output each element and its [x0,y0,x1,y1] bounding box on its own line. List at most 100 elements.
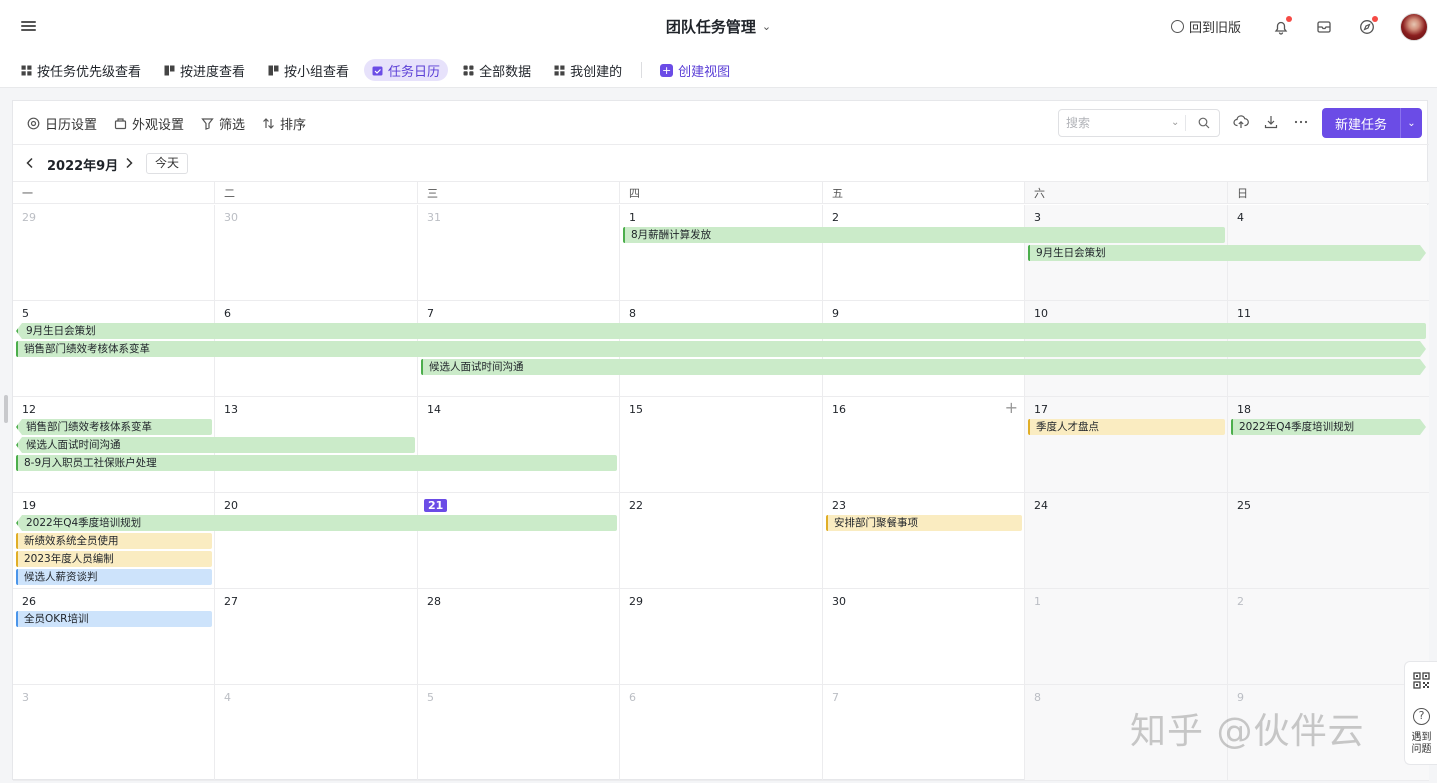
calendar-settings-button[interactable]: 日历设置 [27,114,97,133]
day-cell[interactable]: 30 [215,205,418,301]
compass-icon[interactable] [1357,15,1378,37]
event-bar[interactable]: 安排部门聚餐事项 [826,515,1022,531]
app-title[interactable]: 团队任务管理 [666,16,756,37]
help-label[interactable]: 遇到 问题 [1405,732,1437,756]
day-cell[interactable]: 30 [823,589,1025,685]
date-number: 27 [224,595,238,608]
day-cell[interactable]: 28 [418,589,620,685]
day-cell[interactable]: 29 [620,589,823,685]
event-bar[interactable]: 9月生日会策划 [16,323,1426,339]
day-cell[interactable]: 23 [823,493,1025,589]
event-bar[interactable]: 销售部门绩效考核体系变革 [16,341,1426,357]
chevron-down-icon[interactable]: ⌄ [1401,118,1422,129]
bell-icon[interactable] [1271,15,1292,37]
month-navigation: 2022年9月 今天 [13,145,1429,182]
chevron-left-icon[interactable] [23,156,37,170]
chevron-down-icon[interactable]: ⌄ [1171,110,1179,136]
avatar[interactable] [1400,12,1428,41]
tab-label: 全部数据 [479,64,532,80]
tab-view-5[interactable]: 我创建的 [546,59,630,81]
sort-button[interactable]: 排序 [262,114,306,133]
day-cell[interactable]: 6 [620,685,823,781]
back-to-old-version-button[interactable]: 回到旧版 [1170,17,1241,36]
weekday-header: 二 [215,182,418,204]
event-title: 销售部门绩效考核体系变革 [24,343,150,355]
tab-divider [641,62,643,78]
help-icon[interactable]: ? [1413,708,1430,725]
day-cell[interactable]: 29 [13,205,215,301]
day-cell[interactable]: 24 [1025,493,1228,589]
appearance-settings-label: 外观设置 [132,118,185,133]
event-bar[interactable]: 2022年Q4季度培训规划 [16,515,617,531]
event-title: 候选人薪资谈判 [24,571,98,583]
day-cell[interactable]: 7 [823,685,1025,781]
event-bar[interactable]: 8月薪酬计算发放 [623,227,1225,243]
download-icon[interactable] [1263,114,1279,130]
event-bar[interactable]: 候选人薪资谈判 [16,569,212,585]
day-cell[interactable]: 25 [1228,493,1429,589]
day-cell[interactable]: 26 [13,589,215,685]
resize-handle[interactable] [4,395,8,423]
event-bar[interactable]: 季度人才盘点 [1028,419,1225,435]
event-title: 2022年Q4季度培训规划 [26,517,142,529]
chevron-down-icon[interactable]: ⌄ [762,20,771,33]
search-input[interactable]: 搜索 ⌄ [1058,109,1220,137]
upload-icon[interactable] [1233,114,1249,130]
day-cell[interactable]: 1 [1025,589,1228,685]
inbox-icon[interactable] [1314,17,1334,37]
day-cell[interactable]: 2 [1228,589,1429,685]
event-bar[interactable]: 2023年度人员编制 [16,551,212,567]
event-bar[interactable]: 2022年Q4季度培训规划 [1231,419,1426,435]
date-number: 2 [832,211,839,224]
day-cell[interactable]: 16 + [823,397,1025,493]
day-cell[interactable]: 21 [418,493,620,589]
menu-icon[interactable] [20,17,38,35]
date-number: 14 [427,403,441,416]
date-number: 10 [1034,307,1048,320]
tab-view-4[interactable]: 全部数据 [455,59,539,81]
calendar-settings-label: 日历设置 [45,118,98,133]
date-number: 9 [832,307,839,320]
add-task-icon[interactable]: + [1005,398,1018,417]
event-title: 候选人面试时间沟通 [26,439,121,451]
tab-view-1[interactable]: 按进度查看 [156,59,253,81]
search-icon[interactable] [1198,117,1210,129]
month-label: 2022年9月 [47,159,119,174]
date-number: 23 [832,499,846,512]
tab-view-3[interactable]: 任务日历 [364,59,449,81]
day-cell[interactable]: 5 [418,685,620,781]
day-cell[interactable]: 2 [823,205,1025,301]
today-button[interactable]: 今天 [146,153,188,174]
day-cell[interactable]: 14 [418,397,620,493]
day-cell[interactable]: 31 [418,205,620,301]
event-bar[interactable]: 全员OKR培训 [16,611,212,627]
day-cell[interactable]: 22 [620,493,823,589]
new-task-button[interactable]: 新建任务 ⌄ [1322,108,1422,138]
create-view-button[interactable]: + 创建视图 [652,59,738,81]
filter-icon [201,117,214,130]
day-cell[interactable]: 17 [1025,397,1228,493]
day-cell[interactable]: 20 [215,493,418,589]
day-cell[interactable]: 27 [215,589,418,685]
event-bar[interactable]: 候选人面试时间沟通 [421,359,1426,375]
day-cell[interactable]: 3 [13,685,215,781]
day-cell[interactable]: 1 [620,205,823,301]
tab-view-2[interactable]: 按小组查看 [260,59,357,81]
more-icon[interactable] [1293,114,1309,130]
day-cell[interactable]: 15 [620,397,823,493]
event-bar[interactable]: 新绩效系统全员使用 [16,533,212,549]
event-bar[interactable]: 8-9月入职员工社保账户处理 [16,455,617,471]
old-version-label: 回到旧版 [1188,21,1241,36]
appearance-settings-button[interactable]: 外观设置 [114,114,184,133]
day-cell[interactable]: 4 [215,685,418,781]
qr-code-icon[interactable] [1413,672,1430,689]
tab-view-0[interactable]: 按任务优先级查看 [13,59,149,81]
chevron-right-icon[interactable] [122,156,136,170]
event-bar[interactable]: 销售部门绩效考核体系变革 [16,419,212,435]
filter-button[interactable]: 筛选 [201,114,245,133]
event-bar[interactable]: 候选人面试时间沟通 [16,437,415,453]
weekday-header: 三 [418,182,620,204]
event-bar[interactable]: 9月生日会策划 [1028,245,1426,261]
day-cell[interactable]: 18 [1228,397,1429,493]
date-number: 19 [22,499,36,512]
